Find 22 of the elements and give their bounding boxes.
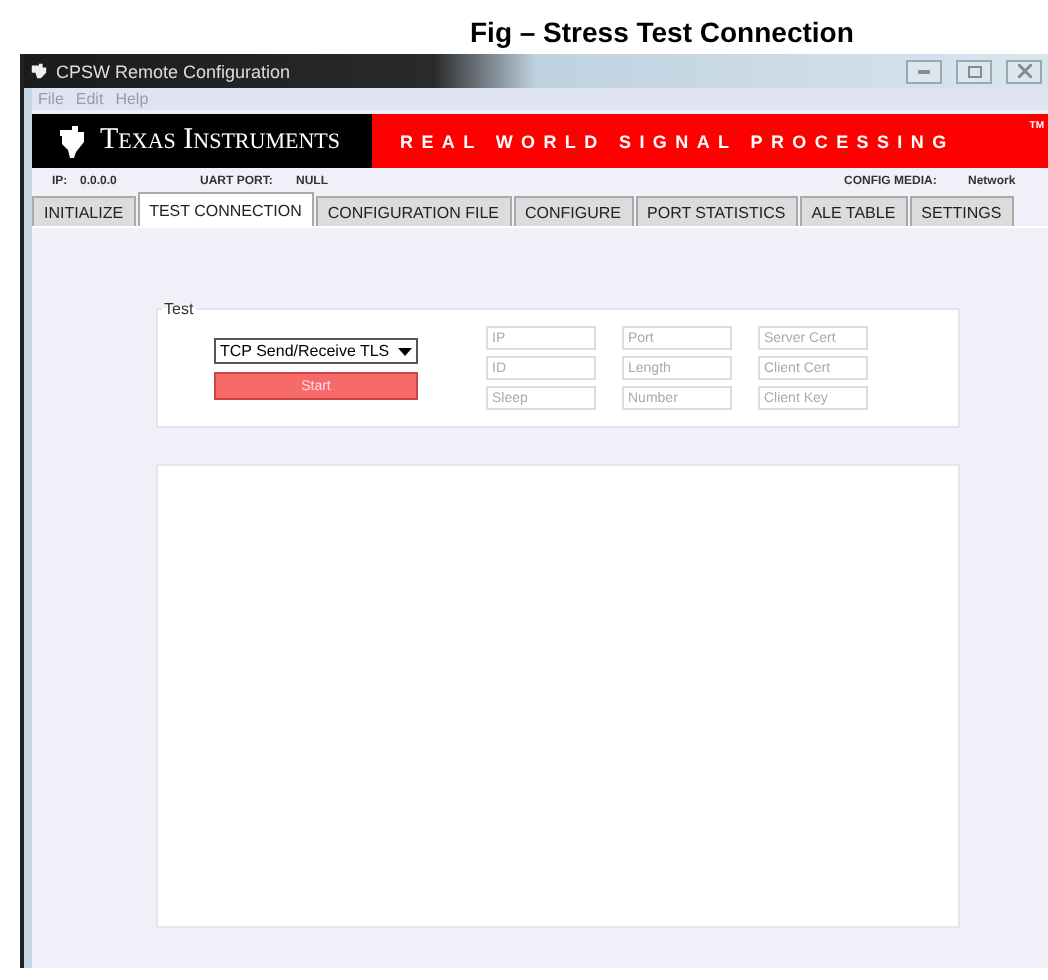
tab[interactable]: PORT STATISTICS [635,196,798,226]
tab[interactable]: CONFIGURATION FILE [315,196,512,226]
figure-caption: Fig – Stress Test Connection [468,14,856,52]
tab[interactable]: ALE TABLE [799,196,908,226]
maximize-icon [967,65,981,77]
group-legend: Test [162,300,196,318]
tab[interactable]: CONFIGURE [513,196,634,226]
tab[interactable]: INITIALIZE [32,196,136,226]
tab[interactable]: SETTINGS [909,196,1014,226]
maximize-button[interactable] [956,59,992,83]
minimize-icon [918,69,930,73]
test-mode-dropdown[interactable]: TCP Send/Receive TLS [214,338,418,364]
state-logo-icon [56,123,88,159]
dropdown-arrow-icon [398,347,412,355]
close-button[interactable] [1006,59,1042,83]
close-icon [1017,64,1031,78]
tab[interactable]: TEST CONNECTION [137,192,314,226]
logo-icon [30,62,48,80]
minimize-button[interactable] [906,59,942,83]
brand-name: Texas Instruments [100,124,340,158]
tagline: REAL WORLD SIGNAL PROCESSING [400,131,955,151]
window-title: CPSW Remote Configuration [56,61,291,81]
